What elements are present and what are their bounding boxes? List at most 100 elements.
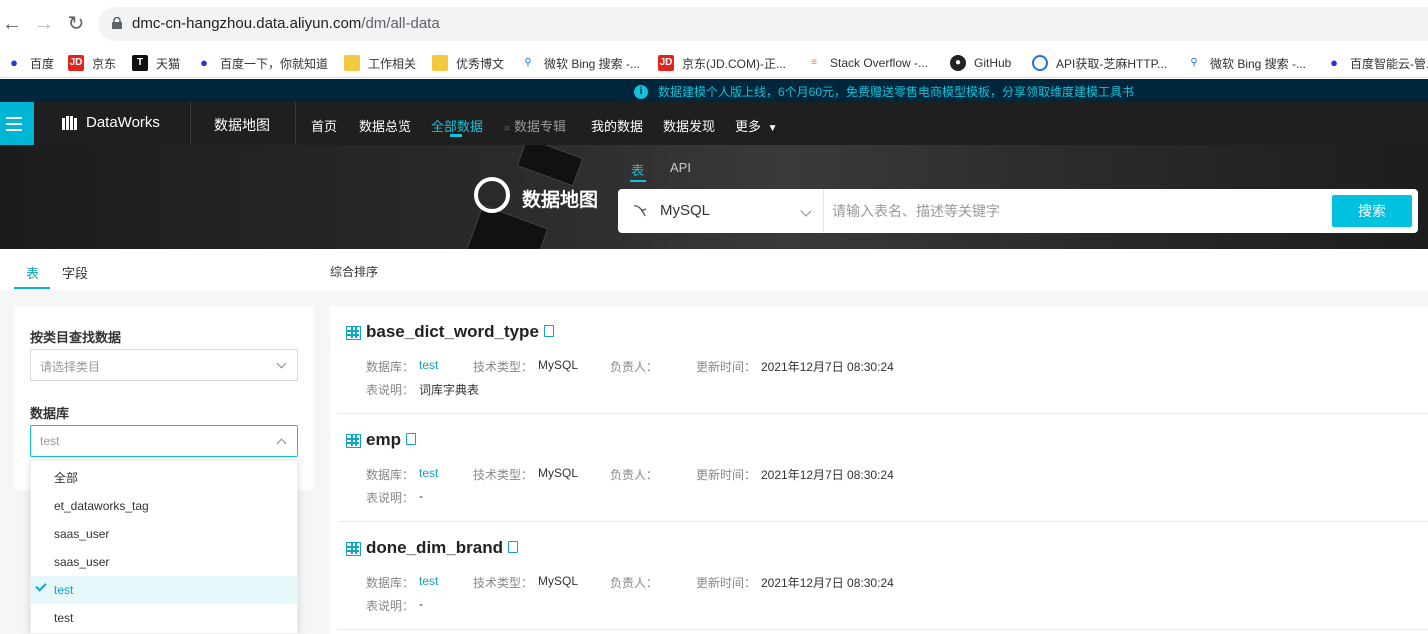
result-item: emp 数据库： test 技术类型： MySQL 负责人： 更新时间： 202… bbox=[330, 414, 1428, 522]
dropdown-option[interactable]: test bbox=[31, 604, 297, 632]
tech-type-label: 技术类型： bbox=[473, 576, 534, 590]
back-arrow-icon[interactable]: ← bbox=[0, 12, 24, 36]
bookmark-item[interactable]: ⚲ 微软 Bing 搜索 -... bbox=[520, 52, 640, 74]
nav-item-more-label: 更多 bbox=[735, 119, 762, 134]
tech-type-value: MySQL bbox=[538, 574, 579, 588]
bing-search-icon: ⚲ bbox=[1190, 57, 1198, 68]
bookmark-item[interactable]: ● 百度一下，你就知道 bbox=[196, 52, 328, 74]
dropdown-option-label: test bbox=[54, 583, 74, 597]
copy-icon[interactable] bbox=[543, 324, 554, 337]
bookmark-item[interactable]: T 天猫 bbox=[132, 52, 180, 74]
tmall-icon: T bbox=[132, 55, 148, 71]
table-name[interactable]: emp bbox=[366, 430, 401, 449]
bookmark-label: 京东(JD.COM)-正... bbox=[682, 56, 786, 71]
updated-label: 更新时间： bbox=[696, 468, 757, 482]
bookmark-label: Stack Overflow -... bbox=[830, 56, 929, 70]
tab-fields[interactable]: 字段 bbox=[62, 263, 88, 282]
result-title[interactable]: base_dict_word_type bbox=[366, 322, 554, 342]
nav-item-my-data[interactable]: 我的数据 bbox=[591, 116, 643, 135]
bookmark-item[interactable]: API获取-芝麻HTTP... bbox=[1032, 52, 1167, 74]
result-tabs: 表 字段 综合排序 bbox=[0, 249, 1428, 291]
tab-tables[interactable]: 表 bbox=[26, 263, 39, 282]
dropdown-option[interactable]: saas_user bbox=[31, 548, 297, 576]
database-link[interactable]: test bbox=[419, 574, 438, 588]
github-icon: ● bbox=[950, 55, 966, 71]
result-title[interactable]: emp bbox=[366, 430, 416, 450]
brand-name: DataWorks bbox=[86, 114, 160, 131]
jd-icon: JD bbox=[658, 55, 674, 71]
bookmark-item[interactable]: ● 百度 bbox=[6, 52, 54, 74]
nav-item-album[interactable]: ○ 数据专辑 bbox=[504, 116, 566, 135]
nav-item-home[interactable]: 首页 bbox=[311, 116, 337, 135]
divider bbox=[338, 629, 1428, 630]
reload-icon[interactable]: ↻ bbox=[64, 12, 88, 36]
search-input[interactable] bbox=[824, 189, 1324, 233]
result-title[interactable]: done_dim_brand bbox=[366, 538, 518, 558]
bookmark-item[interactable]: JD 京东(JD.COM)-正... bbox=[658, 52, 786, 74]
bookmark-label: 京东 bbox=[92, 56, 117, 71]
nav-item-overview[interactable]: 数据总览 bbox=[359, 116, 411, 135]
bookmark-item[interactable]: ● 百度智能云-管... bbox=[1326, 52, 1428, 74]
bookmark-label: 工作相关 bbox=[368, 56, 417, 71]
bookmark-label: 百度一下，你就知道 bbox=[220, 56, 329, 71]
database-label: 数据库： bbox=[366, 576, 415, 590]
dropdown-option[interactable]: 全部 bbox=[31, 464, 297, 492]
announcement-text[interactable]: 数据建模个人版上线，6个月60元，免费赠送零售电商模型模板，分享领取维度建模工具… bbox=[658, 83, 1134, 100]
search-button[interactable]: 搜索 bbox=[1332, 195, 1412, 227]
nav-item-all-data[interactable]: 全部数据 bbox=[431, 116, 483, 135]
tab-table[interactable]: 表 bbox=[631, 160, 644, 179]
category-placeholder: 请选择类目 bbox=[40, 360, 101, 374]
chevron-down-icon bbox=[800, 205, 812, 217]
updated-label: 更新时间： bbox=[696, 576, 757, 590]
bookmark-item[interactable]: ≡ Stack Overflow -... bbox=[806, 52, 928, 74]
bookmark-item[interactable]: ● GitHub bbox=[950, 52, 1011, 74]
nav-divider bbox=[295, 102, 296, 145]
lock-icon bbox=[112, 17, 122, 29]
product-name[interactable]: 数据地图 bbox=[214, 115, 270, 135]
updated-label: 更新时间： bbox=[696, 360, 757, 374]
table-icon bbox=[346, 542, 361, 556]
tech-type-value: MySQL bbox=[538, 358, 579, 372]
checkmark-icon bbox=[35, 580, 47, 592]
copy-icon[interactable] bbox=[507, 540, 518, 553]
table-name[interactable]: done_dim_brand bbox=[366, 538, 503, 557]
search-box: MySQL 搜索 bbox=[618, 189, 1418, 233]
table-icon bbox=[346, 326, 361, 340]
dropdown-option[interactable]: saas_user bbox=[31, 520, 297, 548]
copy-icon[interactable] bbox=[405, 432, 416, 445]
bookmark-label: 微软 Bing 搜索 -... bbox=[1210, 56, 1307, 71]
bookmark-item[interactable]: JD 京东 bbox=[68, 52, 116, 74]
brand-logo[interactable]: DataWorks bbox=[62, 114, 160, 131]
db-type-select[interactable]: MySQL bbox=[618, 189, 824, 233]
dropdown-option-selected[interactable]: test bbox=[31, 576, 297, 604]
database-link[interactable]: test bbox=[419, 358, 438, 372]
top-navigation: DataWorks 数据地图 首页 数据总览 全部数据 ○ 数据专辑 我的数据 数… bbox=[0, 102, 1428, 145]
baidu-paw-icon: ● bbox=[10, 55, 18, 70]
results-list: base_dict_word_type 数据库： test 技术类型： MySQ… bbox=[330, 306, 1428, 634]
bookmark-label: 微软 Bing 搜索 -... bbox=[544, 56, 641, 71]
category-select[interactable]: 请选择类目 bbox=[30, 349, 298, 381]
nav-item-more[interactable]: 更多 ▼ bbox=[735, 116, 778, 135]
bookmark-item[interactable]: 优秀博文 bbox=[432, 52, 504, 74]
decorative-cube bbox=[516, 145, 584, 187]
info-icon: i bbox=[634, 84, 648, 99]
database-link[interactable]: test bbox=[419, 466, 438, 480]
active-nav-indicator bbox=[450, 134, 462, 137]
owner-label: 负责人： bbox=[610, 576, 659, 590]
table-name[interactable]: base_dict_word_type bbox=[366, 322, 539, 341]
bookmark-label: API获取-芝麻HTTP... bbox=[1056, 56, 1168, 71]
description-value: 词库字典表 bbox=[419, 383, 480, 397]
result-item: done_dim_brand 数据库： test 技术类型： MySQL 负责人… bbox=[330, 522, 1428, 630]
database-select[interactable]: test bbox=[30, 425, 298, 457]
dropdown-option[interactable]: et_dataworks_tag bbox=[31, 492, 297, 520]
tab-api[interactable]: API bbox=[670, 160, 691, 175]
bookmark-label: 百度智能云-管... bbox=[1350, 56, 1428, 71]
hamburger-menu-icon[interactable] bbox=[0, 102, 34, 145]
forward-arrow-icon[interactable]: → bbox=[32, 12, 56, 36]
address-bar[interactable]: dmc-cn-hangzhou.data.aliyun.com/dm/all-d… bbox=[98, 7, 1428, 41]
nav-item-discovery[interactable]: 数据发现 bbox=[663, 116, 715, 135]
bookmark-item[interactable]: 工作相关 bbox=[344, 52, 416, 74]
bookmark-label: 天猫 bbox=[156, 56, 181, 71]
sort-option[interactable]: 综合排序 bbox=[330, 263, 378, 280]
bookmark-item[interactable]: ⚲ 微软 Bing 搜索 -... bbox=[1186, 52, 1306, 74]
